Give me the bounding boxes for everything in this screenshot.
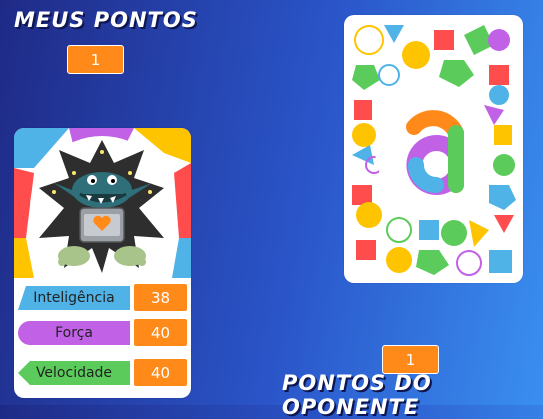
stat-row-forca[interactable]: Força 40: [18, 318, 190, 348]
stat-label: Velocidade: [35, 365, 113, 381]
stat-value: 38: [133, 283, 188, 312]
my-points-title: MEUS PONTOS: [14, 8, 198, 32]
monster-illustration: [14, 128, 191, 278]
opponent-points-value: 1: [382, 345, 439, 374]
stat-label: Inteligência: [33, 290, 115, 306]
my-points-value: 1: [67, 45, 124, 74]
stat-value: 40: [133, 358, 188, 387]
stat-row-inteligencia[interactable]: Inteligência 38: [18, 283, 190, 313]
stat-label: Força: [55, 325, 93, 341]
monster-card[interactable]: Inteligência 38 Força 40 Velocidade 40: [14, 128, 191, 398]
card-back-logo: [406, 110, 464, 195]
opponent-card-back[interactable]: [344, 15, 523, 283]
stat-row-velocidade[interactable]: Velocidade 40: [18, 358, 190, 388]
opponent-points-title: PONTOS DO OPONENTE: [282, 371, 432, 419]
stat-value: 40: [133, 318, 188, 347]
